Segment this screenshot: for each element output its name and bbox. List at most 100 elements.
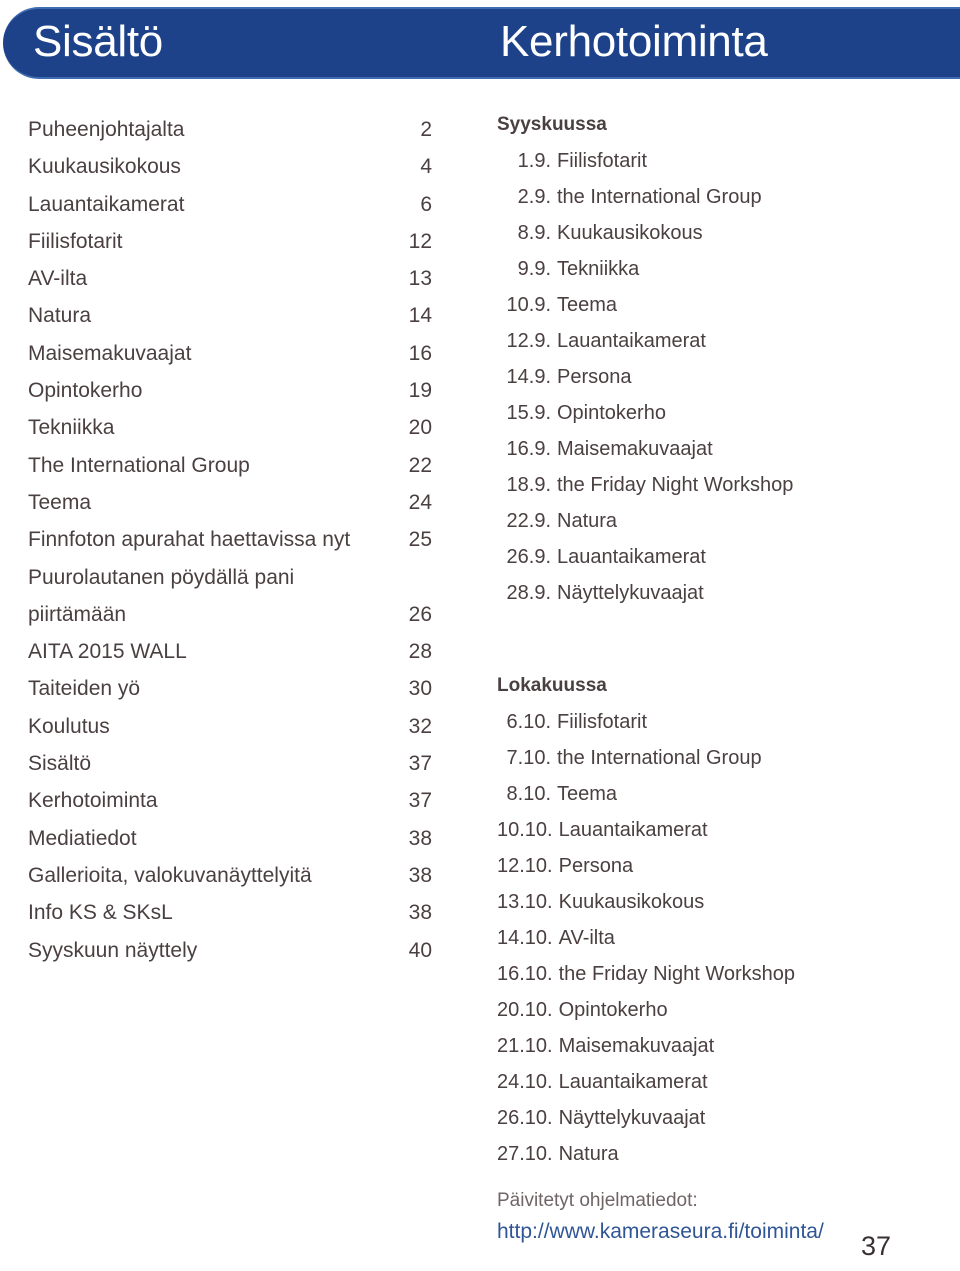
event-row[interactable]: 10.9. Teema bbox=[497, 287, 937, 323]
event-date: 26.10. bbox=[497, 1107, 553, 1129]
toc-entry[interactable]: AV-ilta 13 bbox=[28, 260, 432, 297]
event-row[interactable]: 13.10. Kuukausikokous bbox=[497, 884, 937, 920]
toc-entry[interactable]: The International Group 22 bbox=[28, 447, 432, 484]
toc-entry[interactable]: Gallerioita, valokuvanäyttelyitä 38 bbox=[28, 857, 432, 894]
event-row[interactable]: 21.10. Maisemakuvaajat bbox=[497, 1028, 937, 1064]
event-name: the Friday Night Workshop bbox=[558, 963, 796, 985]
toc-entry[interactable]: Taiteiden yö 30 bbox=[28, 670, 432, 707]
event-date: 28.9. bbox=[506, 582, 551, 604]
toc-entry-page: 2 bbox=[420, 118, 432, 141]
event-date: 20.10. bbox=[497, 999, 553, 1021]
toc-entry-page: 24 bbox=[408, 490, 432, 514]
event-row[interactable]: 12.10. Persona bbox=[497, 848, 937, 884]
event-date: 27.10. bbox=[497, 1143, 553, 1165]
toc-entry-page: 20 bbox=[408, 416, 432, 440]
event-row[interactable]: 28.9. Näyttelykuvaajat bbox=[497, 575, 937, 611]
toc-entry-page: 38 bbox=[408, 901, 432, 925]
toc-entry-label: Teema bbox=[28, 490, 92, 514]
toc-entry[interactable]: Kuukausikokous 4 bbox=[28, 148, 432, 185]
toc-dot-leader bbox=[195, 339, 390, 360]
toc-entry[interactable]: Mediatiedot 38 bbox=[28, 820, 432, 857]
event-row[interactable]: 7.10. the International Group bbox=[497, 740, 937, 776]
toc-dot-leader bbox=[130, 600, 390, 621]
table-of-contents: Puheenjohtajalta 2 Kuukausikokous 4 Lauantai… bbox=[28, 111, 432, 969]
toc-entry[interactable]: Kerhotoiminta 37 bbox=[28, 782, 432, 819]
toc-entry[interactable]: Natura 14 bbox=[28, 297, 432, 334]
toc-entry[interactable]: Tekniikka 20 bbox=[28, 409, 432, 446]
event-name: Lauantaikamerat bbox=[557, 546, 706, 568]
event-date: 2.9. bbox=[517, 186, 551, 208]
toc-dot-leader bbox=[146, 376, 390, 397]
event-date: 15.9. bbox=[506, 402, 551, 424]
event-row[interactable]: 24.10. Lauantaikamerat bbox=[497, 1064, 937, 1100]
toc-dot-leader bbox=[191, 637, 390, 658]
toc-dot-leader bbox=[254, 451, 390, 472]
toc-dot-leader bbox=[95, 488, 390, 509]
event-date: 22.9. bbox=[506, 510, 551, 532]
toc-entry-label: The International Group bbox=[28, 453, 250, 477]
event-row[interactable]: 18.9. the Friday Night Workshop bbox=[497, 467, 937, 503]
toc-dot-leader bbox=[188, 190, 390, 211]
event-date: 1.9. bbox=[517, 150, 551, 172]
programme-url-link[interactable]: http://www.kameraseura.fi/toiminta/ bbox=[497, 1220, 824, 1243]
toc-entry[interactable]: Fiilisfotarit 12 bbox=[28, 223, 432, 260]
toc-entry[interactable]: Opintokerho 19 bbox=[28, 372, 432, 409]
toc-entry[interactable]: Koulutus 32 bbox=[28, 708, 432, 745]
event-row[interactable]: 10.10. Lauantaikamerat bbox=[497, 812, 937, 848]
event-row[interactable]: 16.9. Maisemakuvaajat bbox=[497, 431, 937, 467]
toc-entry-label: piirtämään bbox=[28, 602, 127, 626]
event-date: 26.9. bbox=[506, 546, 551, 568]
toc-entry-label: Sisältö bbox=[28, 752, 92, 776]
event-row[interactable]: 16.10. the Friday Night Workshop bbox=[497, 956, 937, 992]
toc-entry-label: Opintokerho bbox=[28, 379, 143, 403]
toc-entry[interactable]: Syyskuun näyttely 40 bbox=[28, 932, 432, 969]
toc-entry-label: AV-ilta bbox=[28, 267, 88, 291]
event-row[interactable]: 26.9. Lauantaikamerat bbox=[497, 539, 937, 575]
toc-entry-page: 37 bbox=[408, 752, 432, 776]
event-row[interactable]: 9.9. Tekniikka bbox=[497, 251, 937, 287]
toc-dot-leader bbox=[127, 227, 390, 248]
toc-entry[interactable]: Info KS & SKsL 38 bbox=[28, 894, 432, 931]
toc-entry[interactable]: Puurolautanen pöydällä pani bbox=[28, 559, 432, 596]
event-row[interactable]: 14.9. Persona bbox=[497, 359, 937, 395]
event-row[interactable]: 15.9. Opintokerho bbox=[497, 395, 937, 431]
event-date: 9.9. bbox=[517, 258, 551, 280]
event-row[interactable]: 14.10. AV-ilta bbox=[497, 920, 937, 956]
toc-entry-label: Puurolautanen pöydällä pani bbox=[28, 565, 295, 589]
event-row[interactable]: 2.9. the International Group bbox=[497, 179, 937, 215]
event-date: 10.9. bbox=[506, 294, 551, 316]
toc-entry-label: Fiilisfotarit bbox=[28, 229, 123, 253]
event-row[interactable]: 27.10. Natura bbox=[497, 1136, 937, 1172]
toc-dot-leader bbox=[177, 898, 390, 919]
event-name: Kuukausikokous bbox=[557, 222, 703, 244]
event-date: 8.10. bbox=[506, 783, 551, 805]
toc-entry[interactable]: AITA 2015 WALL 28 bbox=[28, 633, 432, 670]
event-name: Opintokerho bbox=[558, 999, 668, 1021]
toc-entry-page: 6 bbox=[420, 192, 432, 216]
toc-entry[interactable]: Maisemakuvaajat 16 bbox=[28, 335, 432, 372]
toc-entry-label: Kerhotoiminta bbox=[28, 789, 158, 813]
event-row[interactable]: 26.10. Näyttelykuvaajat bbox=[497, 1100, 937, 1136]
event-name: the International Group bbox=[557, 186, 762, 208]
toc-dot-leader bbox=[185, 152, 390, 173]
event-row[interactable]: 8.10. Teema bbox=[497, 776, 937, 812]
toc-entry[interactable]: piirtämään 26 bbox=[28, 596, 432, 633]
event-date: 12.10. bbox=[497, 855, 553, 877]
toc-entry[interactable]: Finnfoton apurahat haettavissa nyt 25 bbox=[28, 521, 432, 558]
event-row[interactable]: 22.9. Natura bbox=[497, 503, 937, 539]
toc-dot-leader bbox=[188, 115, 390, 136]
event-row[interactable]: 12.9. Lauantaikamerat bbox=[497, 323, 937, 359]
toc-dot-leader bbox=[141, 824, 390, 845]
event-name: Natura bbox=[557, 510, 618, 532]
event-row[interactable]: 8.9. Kuukausikokous bbox=[497, 215, 937, 251]
event-row[interactable]: 20.10. Opintokerho bbox=[497, 992, 937, 1028]
toc-entry-page: 13 bbox=[408, 267, 432, 291]
toc-entry[interactable]: Lauantaikamerat 6 bbox=[28, 186, 432, 223]
toc-entry[interactable]: Teema 24 bbox=[28, 484, 432, 521]
toc-entry[interactable]: Puheenjohtajalta 2 bbox=[28, 111, 432, 148]
toc-entry-label: Kuukausikokous bbox=[28, 155, 181, 179]
event-row[interactable]: 1.9. Fiilisfotarit bbox=[497, 143, 937, 179]
event-row[interactable]: 6.10. Fiilisfotarit bbox=[497, 704, 937, 740]
toc-entry-label: Syyskuun näyttely bbox=[28, 938, 198, 962]
toc-entry[interactable]: Sisältö 37 bbox=[28, 745, 432, 782]
